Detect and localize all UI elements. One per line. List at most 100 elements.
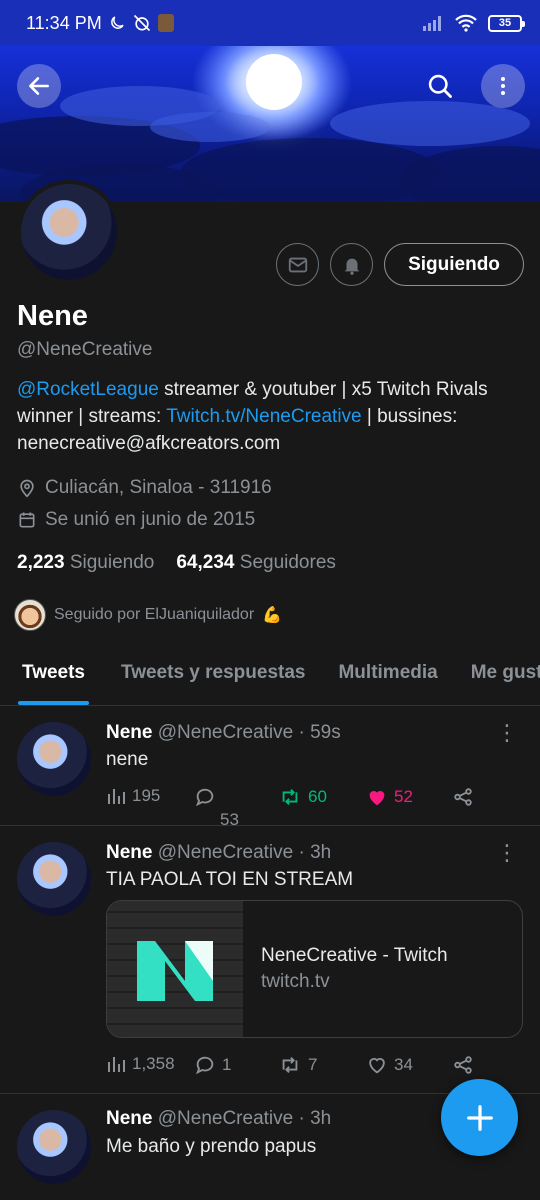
retweet-button[interactable]: 60 xyxy=(278,786,327,808)
retweets-count: 60 xyxy=(308,787,327,806)
link-card[interactable]: NeneCreative - Twitch twitch.tv xyxy=(106,900,523,1038)
profile-joined: Se unió en junio de 2015 xyxy=(17,509,255,531)
status-time: 11:34 PM xyxy=(26,12,102,33)
status-icons-right: 35 xyxy=(422,14,525,32)
flexed-biceps-emoji: 💪 xyxy=(262,607,283,624)
card-title: NeneCreative - Twitch xyxy=(261,945,448,966)
signal-icon xyxy=(423,16,441,31)
following-button[interactable]: Siguiendo xyxy=(384,243,524,286)
views-count: 195 xyxy=(132,786,161,805)
profile-tabs: Tweets Tweets y respuestas Multimedia Me… xyxy=(0,648,540,706)
bio-twitch-link[interactable]: Twitch.tv/NeneCreative xyxy=(166,406,361,427)
bio-mention-link[interactable]: @RocketLeague xyxy=(17,379,159,400)
tweet[interactable]: Nene @NeneCreative · 59s ⋮ nene 195 53 6… xyxy=(0,706,540,829)
reply-button[interactable]: 1 xyxy=(194,1054,231,1076)
followed-by-text: Seguido por ElJuaniquilador xyxy=(54,606,255,623)
tweet-more-button[interactable]: ⋮ xyxy=(496,842,518,864)
profile-location: Culiacán, Sinaloa - 311916 xyxy=(17,477,272,499)
views-button[interactable]: 1,358 xyxy=(106,1054,175,1074)
notifications-button[interactable] xyxy=(330,243,373,286)
following-count: 2,223 xyxy=(17,552,65,573)
location-pin-icon xyxy=(20,479,34,498)
followers-stat[interactable]: 64,234 Seguidores xyxy=(176,552,336,574)
followed-by[interactable]: Seguido por ElJuaniquilador 💪 xyxy=(14,599,282,631)
like-button[interactable]: 52 xyxy=(366,786,413,808)
joined-text: Se unió en junio de 2015 xyxy=(45,509,256,530)
retweet-icon xyxy=(282,1057,298,1073)
profile-handle: @NeneCreative xyxy=(17,339,153,360)
status-bar: 11:34 PM 35 xyxy=(0,0,540,46)
views-count: 1,358 xyxy=(132,1054,175,1073)
moon-image xyxy=(246,54,302,110)
alarm-off-icon xyxy=(133,14,150,32)
tweet-header: Nene @NeneCreative · 59s xyxy=(106,722,341,744)
search-button[interactable] xyxy=(418,64,462,108)
profile-name: Nene xyxy=(17,300,88,332)
twitch-card-image xyxy=(107,901,243,1037)
share-icon xyxy=(454,1056,472,1074)
nene-logo-icon xyxy=(137,941,213,1001)
more-options-button[interactable] xyxy=(481,64,525,108)
tweet-text: Me baño y prendo papus xyxy=(106,1136,317,1157)
tweet-text: nene xyxy=(106,749,149,770)
reply-button[interactable] xyxy=(194,786,216,808)
tweet-time: · 3h xyxy=(298,842,332,863)
wifi-icon xyxy=(455,14,477,32)
following-label: Siguiendo xyxy=(69,552,155,573)
tab-tweets-replies[interactable]: Tweets y respuestas xyxy=(121,648,305,705)
follower-avatar xyxy=(14,599,46,631)
followers-count: 64,234 xyxy=(176,552,235,573)
moon-icon xyxy=(110,16,124,29)
tweet-avatar[interactable] xyxy=(17,842,91,916)
views-icon xyxy=(108,1057,125,1072)
retweet-icon xyxy=(282,789,298,805)
location-text: Culiacán, Sinaloa - 311916 xyxy=(45,477,272,498)
likes-count: 52 xyxy=(394,787,413,806)
tweet-header: Nene @NeneCreative · 3h xyxy=(106,842,331,864)
reply-icon xyxy=(195,788,214,807)
tweet[interactable]: Nene @NeneCreative · 3h ⋮ TIA PAOLA TOI … xyxy=(0,826,540,1094)
profile-bio: @RocketLeague streamer & youtuber | x5 T… xyxy=(17,376,527,457)
tweet-avatar[interactable] xyxy=(17,722,91,796)
tweet-author-name: Nene xyxy=(106,722,153,743)
envelope-icon xyxy=(288,257,307,272)
share-button[interactable] xyxy=(452,1054,474,1076)
following-stat[interactable]: 2,223 Siguiendo xyxy=(17,552,154,574)
tweet-author-handle: @NeneCreative xyxy=(157,722,294,743)
back-button[interactable] xyxy=(17,64,61,108)
more-vertical-icon xyxy=(501,77,505,95)
heart-filled-icon xyxy=(369,791,385,806)
status-icons-left xyxy=(108,13,174,33)
plus-icon xyxy=(466,1104,493,1131)
tweet-avatar[interactable] xyxy=(17,1110,91,1184)
tweet-time: · 59s xyxy=(298,722,341,743)
replies-count: 1 xyxy=(222,1055,232,1074)
app-notification-icon xyxy=(157,14,174,32)
search-icon xyxy=(428,74,452,98)
views-button[interactable]: 195 xyxy=(106,786,160,806)
tweet-author-handle: @NeneCreative xyxy=(157,842,294,863)
tweet-time: · 3h xyxy=(298,1108,332,1129)
share-button[interactable] xyxy=(452,786,474,808)
profile-banner xyxy=(0,46,540,202)
views-icon xyxy=(108,789,125,804)
retweet-button[interactable]: 7 xyxy=(278,1054,317,1076)
tab-media[interactable]: Multimedia xyxy=(338,648,437,705)
tab-tweets[interactable]: Tweets xyxy=(17,648,90,705)
tweet-more-button[interactable]: ⋮ xyxy=(496,722,518,744)
profile-avatar[interactable] xyxy=(17,180,121,284)
tweet-author-handle: @NeneCreative xyxy=(157,1108,294,1129)
likes-count: 34 xyxy=(394,1055,413,1074)
compose-tweet-button[interactable] xyxy=(441,1079,518,1156)
tab-likes[interactable]: Me gusta xyxy=(471,648,540,705)
bell-plus-icon xyxy=(344,258,359,275)
arrow-left-icon xyxy=(29,77,49,95)
share-icon xyxy=(454,788,472,806)
like-button[interactable]: 34 xyxy=(366,1054,413,1076)
tweet-text: TIA PAOLA TOI EN STREAM xyxy=(106,869,354,890)
calendar-icon xyxy=(19,512,35,528)
tweet-author-name: Nene xyxy=(106,1108,153,1129)
message-button[interactable] xyxy=(276,243,319,286)
profile-stats: 2,223 Siguiendo 64,234 Seguidores xyxy=(17,552,336,574)
heart-outline-icon xyxy=(369,1058,385,1074)
